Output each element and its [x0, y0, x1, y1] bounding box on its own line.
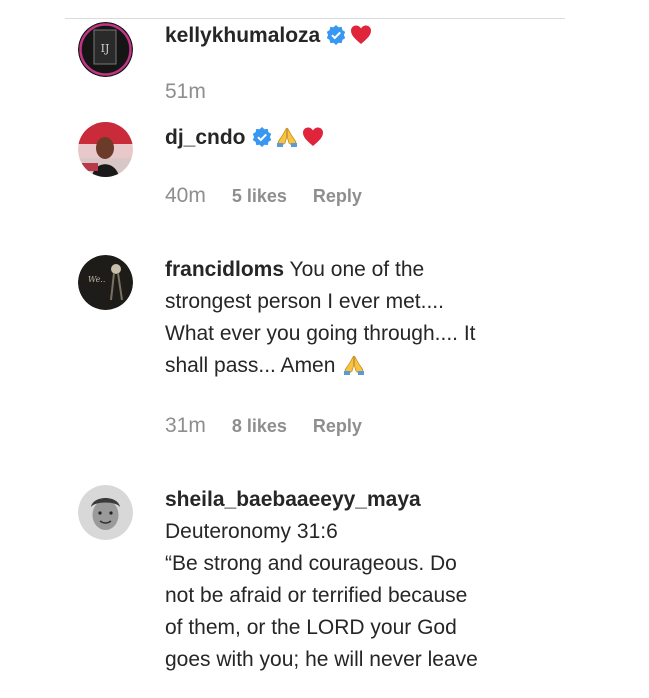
- avatar[interactable]: We..: [78, 255, 133, 310]
- svg-text:We..: We..: [88, 275, 105, 284]
- comment-time: 31m: [165, 414, 206, 437]
- comment-body: shall pass... Amen: [165, 354, 336, 377]
- reply-button[interactable]: Reply: [313, 416, 362, 437]
- comment-line: strongest person I ever met....: [165, 290, 444, 313]
- red-heart-icon: [351, 25, 372, 44]
- top-divider: [65, 18, 565, 19]
- verified-badge-icon: [252, 127, 271, 147]
- comment-username[interactable]: dj_cndo: [165, 126, 246, 149]
- verified-badge-icon: [327, 25, 346, 45]
- comment-meta: 51m: [165, 80, 206, 104]
- comment-line: goes with you; he will never leave: [165, 648, 478, 671]
- comment-line: “Be strong and courageous. Do: [165, 552, 457, 575]
- comment-line: Deuteronomy 31:6: [165, 520, 338, 543]
- comment-line: shall pass... Amen: [165, 350, 565, 382]
- avatar[interactable]: [78, 122, 133, 177]
- comment-line: francidloms You one of the: [165, 254, 565, 286]
- comment-username[interactable]: kellykhumaloza: [165, 24, 320, 47]
- comment-body: You one of the: [284, 258, 425, 281]
- reply-button[interactable]: Reply: [313, 186, 362, 207]
- comment-meta: 31m 8 likes Reply: [165, 414, 362, 438]
- comment-text: dj_cndo: [165, 122, 565, 154]
- comment-line: sheila_baebaaeeyy_maya: [165, 484, 565, 516]
- avatar[interactable]: [78, 485, 133, 540]
- svg-text:IJ: IJ: [101, 42, 110, 55]
- comment-line: What ever you going through.... It: [165, 322, 476, 345]
- folded-hands-icon: [276, 127, 297, 147]
- comment-text: francidloms You one of the strongest per…: [165, 254, 565, 382]
- comment-username[interactable]: sheila_baebaaeeyy_maya: [165, 488, 421, 511]
- comment-username[interactable]: francidloms: [165, 258, 284, 281]
- avatar[interactable]: IJ: [78, 22, 133, 77]
- comment-likes[interactable]: 8 likes: [232, 416, 287, 437]
- comment-likes[interactable]: 5 likes: [232, 186, 287, 207]
- comment-text: kellykhumaloza: [165, 20, 565, 52]
- comment-meta: 40m 5 likes Reply: [165, 184, 362, 208]
- comment-line: of them, or the LORD your God: [165, 616, 457, 639]
- comment-time: 40m: [165, 184, 206, 207]
- red-heart-icon: [302, 127, 323, 146]
- comment-text: sheila_baebaaeeyy_maya Deuteronomy 31:6 …: [165, 484, 565, 676]
- folded-hands-icon: [344, 355, 365, 375]
- comment-line: not be afraid or terrified because: [165, 584, 468, 607]
- comment-time: 51m: [165, 80, 206, 103]
